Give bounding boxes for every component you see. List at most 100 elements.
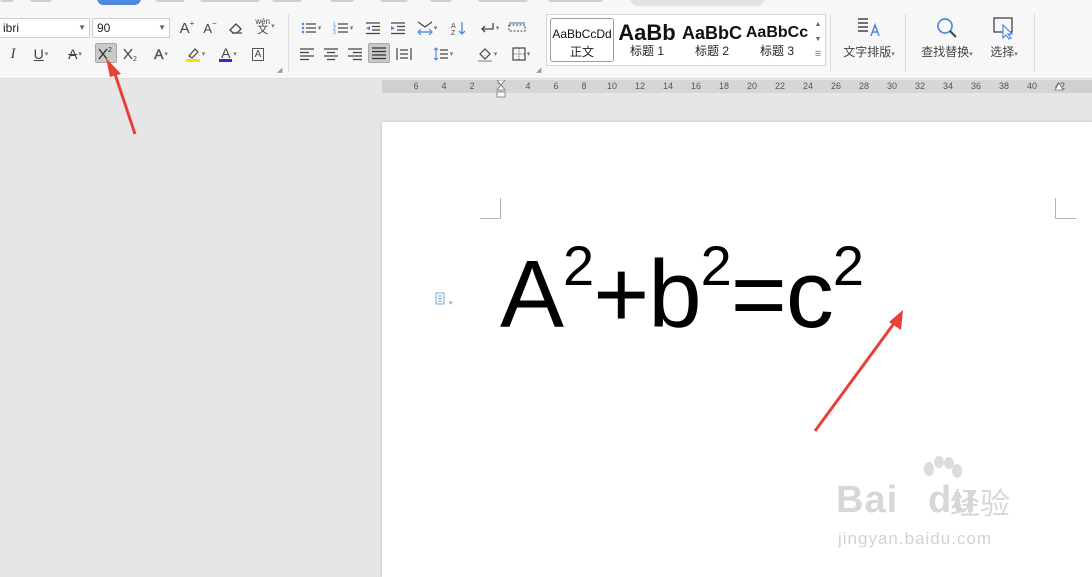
chevron-down-icon: ▾ (891, 51, 895, 58)
select-label: 选择 (990, 45, 1015, 59)
style-heading-3[interactable]: AaBbCc 标题 3 (745, 18, 809, 62)
shrink-font-button[interactable]: A − (199, 18, 221, 38)
line-spacing-button[interactable]: ▾ (428, 44, 458, 64)
ribbon-search[interactable] (630, 0, 765, 6)
table-border-button[interactable] (506, 18, 528, 38)
distribute-button[interactable] (393, 44, 415, 64)
select-button[interactable]: 选择▾ (984, 16, 1024, 68)
ribbon-toolbar: ibri ▼ 90 ▼ A + A − wén 文 ▾ I U ▾ A ▾ 2 2 A ▾… (0, 0, 1092, 79)
bullet-list-button[interactable]: ▾ (297, 18, 325, 38)
outdent-icon (366, 22, 380, 35)
decrease-indent-button[interactable] (362, 18, 384, 38)
font-size-select[interactable]: 90 ▼ (92, 18, 170, 38)
chevron-up-icon[interactable]: ▲ (813, 17, 823, 32)
equation-term: A2 (500, 234, 594, 348)
right-indent-marker-icon[interactable] (1054, 80, 1064, 93)
line-spacing-icon (433, 47, 448, 61)
phonetic-guide-button[interactable]: wén 文 ▾ (250, 16, 280, 36)
ruler-tick-label: 32 (914, 81, 926, 91)
tab-start[interactable] (97, 0, 141, 5)
highlighter-icon (185, 47, 200, 62)
align-left-icon (300, 48, 314, 61)
increase-indent-button[interactable] (387, 18, 409, 38)
underline-button[interactable]: U ▾ (26, 44, 56, 64)
watermark-url: jingyan.baidu.com (838, 529, 993, 548)
term-superscript: 2 (563, 234, 594, 297)
svg-text:Z: Z (451, 30, 456, 36)
superscript-button[interactable]: 2 (95, 43, 117, 63)
italic-button[interactable]: I (2, 44, 24, 64)
equation-text[interactable]: A2+b2=c2 (500, 234, 864, 363)
style-heading-2[interactable]: AaBbC 标题 2 (680, 18, 744, 62)
eraser-icon (229, 23, 242, 34)
numbered-list-icon: 123 (333, 22, 348, 35)
ruler-tick-label: 12 (634, 81, 646, 91)
horizontal-ruler[interactable]: 6422468101214161820222426283032343638404… (382, 80, 1092, 98)
ruler-tick-label: 6 (553, 81, 559, 91)
chevron-down-icon[interactable]: ▼ (813, 32, 823, 47)
align-left-button[interactable] (296, 44, 318, 64)
ruler-tick-label: 30 (886, 81, 898, 91)
sort-button[interactable]: AZ (447, 18, 469, 38)
styles-scroll[interactable]: ▲ ▼ ☰ (813, 17, 823, 63)
strikethrough-button[interactable]: A ▾ (60, 44, 90, 64)
ruler-tick-label: 40 (1026, 81, 1038, 91)
margin-corner-marker (1055, 198, 1076, 219)
term-superscript: 2 (700, 234, 732, 297)
clear-format-button[interactable] (225, 18, 247, 38)
numbered-list-button[interactable]: 1 2 3 ▾ (329, 18, 357, 38)
chevron-down-icon: ▼ (158, 23, 166, 32)
ribbon-tab-strip (0, 0, 1092, 6)
term-base: +b (593, 241, 701, 348)
term-base: =c (730, 241, 834, 348)
indent-marker-icon[interactable] (496, 80, 506, 100)
style-name: 标题 2 (694, 44, 729, 58)
svg-text:A: A (451, 23, 456, 30)
align-center-button[interactable] (320, 44, 342, 64)
font-name-select[interactable]: ibri ▼ (0, 18, 90, 38)
style-heading-1[interactable]: AaBb 标题 1 (615, 18, 679, 62)
sort-icon: AZ (451, 22, 466, 36)
align-center-icon (324, 48, 338, 61)
font-size-value: 90 (97, 21, 111, 35)
term-base: A (500, 241, 564, 348)
character-border-button[interactable]: A (247, 44, 269, 64)
font-color-button[interactable]: A ▾ (213, 44, 243, 64)
ruler-tick-label: 38 (998, 81, 1010, 91)
line-break-button[interactable]: ▾ (474, 18, 504, 38)
text-effect-button[interactable]: A ▾ (146, 44, 176, 64)
styles-gallery: AaBbCcDd 正文 AaBb 标题 1 AaBbC 标题 2 AaBbCc … (546, 14, 826, 66)
borders-icon (512, 47, 526, 61)
ruler-tick-label: 26 (830, 81, 842, 91)
ruler-grid-icon (508, 22, 526, 32)
style-normal[interactable]: AaBbCcDd 正文 (550, 18, 614, 62)
term-superscript: 2 (832, 234, 864, 297)
dialog-launcher-icon[interactable]: ◢ (277, 66, 282, 74)
ruler-tick-label: 4 (525, 81, 531, 91)
align-right-button[interactable] (344, 44, 366, 64)
style-preview: AaBbCcDd (552, 27, 612, 41)
more-styles-icon[interactable]: ☰ (813, 47, 823, 62)
equation-term: +b2 (593, 234, 732, 348)
find-replace-button[interactable]: 查找替换▾ (916, 16, 978, 68)
svg-text:2: 2 (108, 47, 112, 54)
divider (830, 14, 831, 72)
chinese-layout-button[interactable]: ▾ (412, 18, 442, 38)
paragraph-layout-icon[interactable]: ▾ (435, 292, 452, 308)
grow-font-button[interactable]: A + (176, 18, 198, 38)
ruler-tick-label: 20 (746, 81, 758, 91)
style-preview: AaBbCc (745, 24, 809, 41)
watermark-jingyan: 经验 (950, 488, 1010, 521)
style-name: 正文 (569, 45, 594, 59)
dialog-launcher-icon[interactable]: ◢ (536, 66, 541, 74)
ruler-tick-label: 34 (942, 81, 954, 91)
ruler-tick-label: 8 (581, 81, 587, 91)
subscript-button[interactable]: 2 (120, 44, 142, 64)
shading-button[interactable]: ▾ (472, 44, 502, 64)
text-layout-label: 文字排版 (843, 45, 892, 59)
justify-button[interactable] (368, 43, 390, 63)
text-layout-icon (858, 18, 880, 37)
borders-button[interactable]: ▾ (506, 44, 536, 64)
text-layout-button[interactable]: 文字排版▾ (838, 16, 900, 68)
highlight-color-button[interactable]: ▾ (180, 44, 210, 64)
